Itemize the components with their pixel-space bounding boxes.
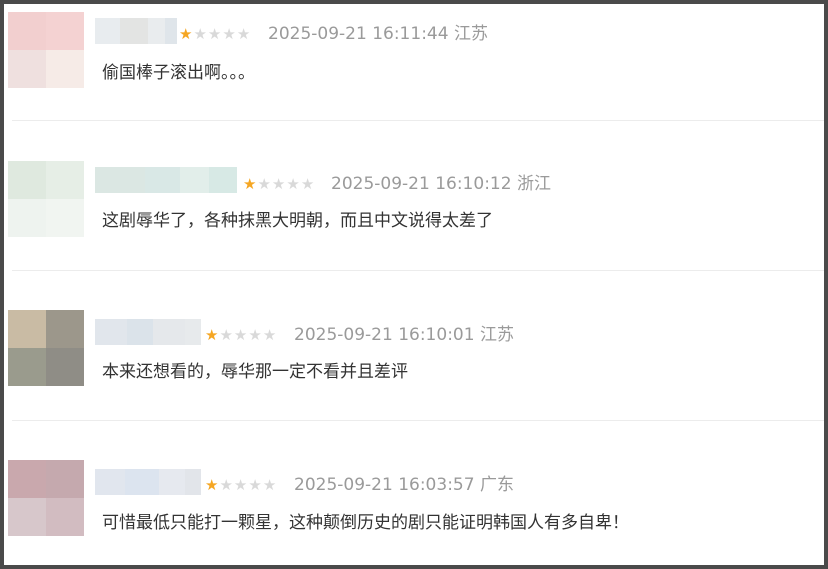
star-empty-icon: ★	[286, 175, 300, 193]
star-empty-icon: ★	[207, 25, 222, 43]
username-block	[126, 319, 154, 345]
review-meta: 2025-09-21 16:03:57 广东	[294, 474, 514, 496]
star-empty-icon: ★	[248, 476, 262, 494]
review-content: 偷国棒子滚出啊。。。	[102, 63, 255, 83]
username-block	[119, 18, 149, 44]
location: 江苏	[479, 325, 514, 345]
username-block	[95, 469, 125, 495]
avatar-pixel	[8, 348, 46, 386]
avatar-pixel	[46, 161, 84, 199]
star-rating: ★ ★ ★ ★ ★	[205, 326, 277, 344]
avatar-pixel	[8, 310, 46, 348]
username-block	[95, 167, 145, 193]
avatar[interactable]	[8, 12, 84, 88]
username-redacted[interactable]	[95, 18, 177, 44]
star-empty-icon: ★	[300, 175, 315, 193]
review-item: ★ ★ ★ ★ ★ 2025-09-21 16:10:12 浙江 这剧辱华了，各种抹黑大…	[4, 121, 824, 271]
timestamp: 2025-09-21 16:10:01	[294, 325, 475, 345]
star-filled-icon: ★	[205, 476, 219, 494]
avatar-pixel	[8, 50, 46, 88]
avatar-pixel	[46, 348, 84, 386]
review-item: ★ ★ ★ ★ ★ 2025-09-21 16:10:01 江苏 本来还想看的，辱华那一…	[4, 271, 824, 421]
avatar[interactable]	[8, 310, 84, 386]
avatar-pixel	[46, 50, 84, 88]
review-list-frame: ★ ★ ★ ★ ★ 2025-09-21 16:11:44 江苏 偷国棒子滚出啊。。。 …	[0, 0, 828, 569]
review-meta: 2025-09-21 16:10:01 江苏	[294, 324, 514, 346]
avatar-pixel	[46, 12, 84, 50]
avatar-pixel	[46, 498, 84, 536]
star-empty-icon: ★	[262, 326, 277, 344]
username-redacted[interactable]	[95, 319, 201, 345]
avatar-pixel	[46, 460, 84, 498]
avatar-pixel	[8, 498, 46, 536]
avatar-pixel	[46, 310, 84, 348]
review-content: 可惜最低只能打一颗星，这种颠倒历史的剧只能证明韩国人有多自卑！	[102, 513, 629, 533]
star-rating: ★ ★ ★ ★ ★	[179, 25, 251, 43]
avatar-pixel	[8, 460, 46, 498]
star-filled-icon: ★	[243, 175, 257, 193]
star-empty-icon: ★	[271, 175, 286, 193]
location: 浙江	[516, 174, 551, 194]
username-redacted[interactable]	[95, 167, 237, 193]
username-block	[208, 167, 237, 193]
star-rating: ★ ★ ★ ★ ★	[243, 175, 315, 193]
avatar-pixel	[46, 199, 84, 237]
star-empty-icon: ★	[219, 326, 233, 344]
username-block	[153, 319, 186, 345]
review-item: ★ ★ ★ ★ ★ 2025-09-21 16:11:44 江苏 偷国棒子滚出啊。。。	[4, 8, 824, 121]
username-block	[144, 167, 181, 193]
review-item: ★ ★ ★ ★ ★ 2025-09-21 16:03:57 广东 可惜最低只能打一颗星，…	[4, 421, 824, 569]
avatar-pixel	[8, 161, 46, 199]
avatar[interactable]	[8, 161, 84, 237]
star-empty-icon: ★	[233, 326, 248, 344]
location: 广东	[479, 475, 514, 495]
avatar-pixel	[8, 12, 46, 50]
star-empty-icon: ★	[193, 25, 207, 43]
star-empty-icon: ★	[262, 476, 277, 494]
timestamp: 2025-09-21 16:10:12	[331, 174, 512, 194]
star-filled-icon: ★	[205, 326, 219, 344]
username-block	[158, 469, 186, 495]
username-block	[180, 167, 209, 193]
review-content: 这剧辱华了，各种抹黑大明朝，而且中文说得太差了	[102, 211, 493, 231]
review-content: 本来还想看的，辱华那一定不看并且差评	[102, 362, 408, 382]
username-block	[185, 469, 201, 495]
star-rating: ★ ★ ★ ★ ★	[205, 476, 277, 494]
star-empty-icon: ★	[248, 326, 262, 344]
location: 江苏	[453, 24, 488, 44]
star-empty-icon: ★	[222, 25, 236, 43]
star-filled-icon: ★	[179, 25, 193, 43]
star-empty-icon: ★	[233, 476, 248, 494]
star-empty-icon: ★	[219, 476, 233, 494]
username-block	[185, 319, 201, 345]
username-block	[124, 469, 159, 495]
username-block	[95, 18, 120, 44]
star-empty-icon: ★	[236, 25, 251, 43]
review-meta: 2025-09-21 16:11:44 江苏	[268, 23, 488, 45]
username-block	[164, 18, 177, 44]
timestamp: 2025-09-21 16:03:57	[294, 475, 475, 495]
username-block	[95, 319, 127, 345]
username-block	[148, 18, 165, 44]
avatar[interactable]	[8, 460, 84, 536]
username-redacted[interactable]	[95, 469, 201, 495]
timestamp: 2025-09-21 16:11:44	[268, 24, 449, 44]
star-empty-icon: ★	[257, 175, 271, 193]
avatar-pixel	[8, 199, 46, 237]
review-meta: 2025-09-21 16:10:12 浙江	[331, 173, 551, 195]
